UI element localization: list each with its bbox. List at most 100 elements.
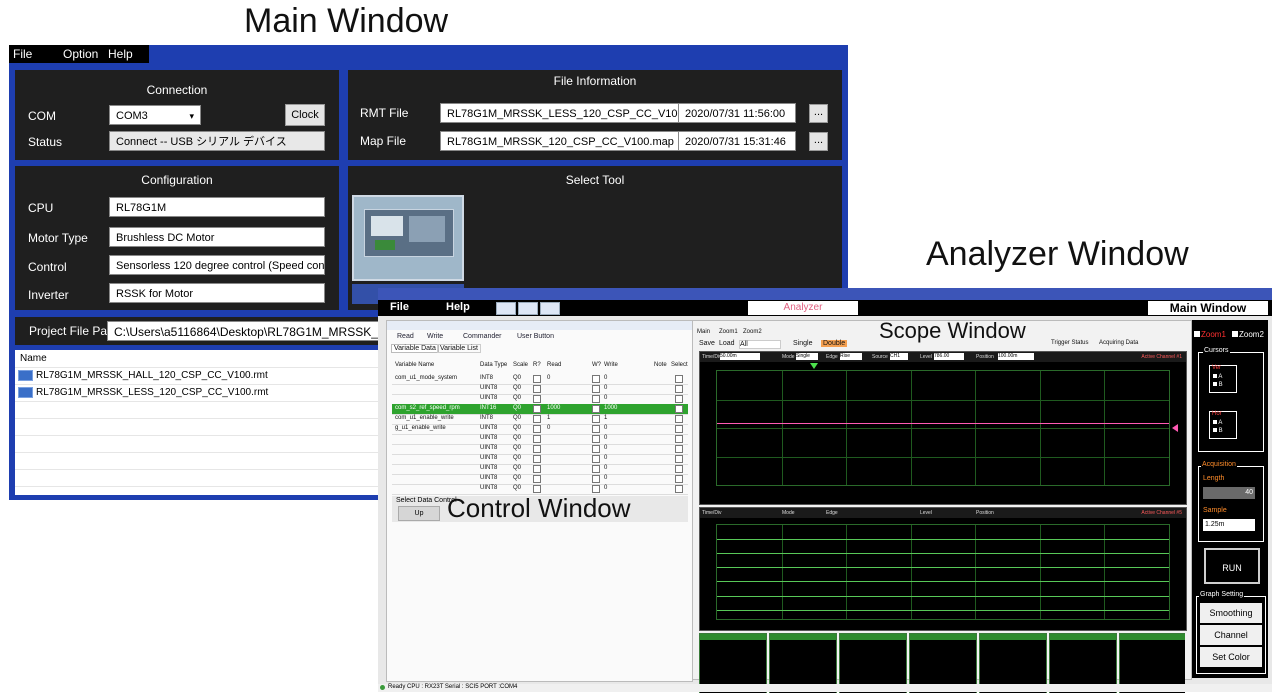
zoom1-checkbox[interactable]: Zoom1 (1194, 330, 1226, 339)
single-view-icon[interactable] (518, 302, 538, 315)
all-select[interactable]: All (739, 340, 781, 349)
split-view-icon[interactable] (540, 302, 560, 315)
read-checkbox[interactable] (533, 445, 541, 453)
save-button[interactable]: Save (699, 340, 715, 347)
set-color-button[interactable]: Set Color (1200, 647, 1262, 667)
select-checkbox[interactable] (675, 445, 683, 453)
write-checkbox[interactable] (592, 435, 600, 443)
write-cell[interactable]: 0 (604, 465, 607, 471)
select-checkbox[interactable] (675, 485, 683, 493)
read-checkbox[interactable] (533, 425, 541, 433)
write-checkbox[interactable] (592, 385, 600, 393)
write-checkbox[interactable] (592, 455, 600, 463)
tab-acquiring-data[interactable]: Acquiring Data (1099, 340, 1138, 346)
up-button[interactable]: Up (398, 506, 440, 521)
write-cell[interactable]: 0 (604, 485, 607, 491)
analyzer-tool-button[interactable] (352, 195, 464, 281)
scope-plot-2[interactable]: Time/Div Mode Edge Level Position Active… (699, 507, 1187, 631)
level-marker-icon[interactable] (1172, 424, 1178, 432)
ver-a-checkbox[interactable]: A (1213, 374, 1222, 380)
hor-a-checkbox[interactable]: A (1213, 420, 1222, 426)
zoom2-checkbox[interactable]: Zoom2 (1232, 330, 1264, 339)
write-cell[interactable]: 0 (604, 375, 607, 381)
clock-button[interactable]: Clock (285, 104, 325, 126)
load-button[interactable]: Load (719, 340, 735, 347)
read-checkbox[interactable] (533, 475, 541, 483)
read-checkbox[interactable] (533, 395, 541, 403)
rmt-file-field[interactable]: RL78G1M_MRSSK_LESS_120_CSP_CC_V100.rmt (440, 103, 679, 123)
write-cell[interactable]: 0 (604, 435, 607, 441)
tab-zoom2[interactable]: Zoom2 (743, 329, 762, 335)
select-checkbox[interactable] (675, 435, 683, 443)
mode-value[interactable]: Single (796, 353, 818, 360)
source-value[interactable]: CH1 (890, 353, 908, 360)
write-checkbox[interactable] (592, 445, 600, 453)
read-checkbox[interactable] (533, 465, 541, 473)
write-button[interactable]: Write (427, 333, 443, 340)
read-checkbox[interactable] (533, 485, 541, 493)
double-button[interactable]: Double (821, 340, 848, 347)
write-cell[interactable]: 1000 (604, 405, 617, 411)
select-checkbox[interactable] (675, 475, 683, 483)
write-checkbox[interactable] (592, 415, 600, 423)
write-checkbox[interactable] (592, 375, 600, 383)
read-checkbox[interactable] (533, 455, 541, 463)
scope-plot-1[interactable]: Time/Div 50.00m Mode Single Edge Rise So… (699, 351, 1187, 505)
write-cell[interactable]: 0 (604, 455, 607, 461)
map-file-field[interactable]: RL78G1M_MRSSK_120_CSP_CC_V100.map (440, 131, 679, 151)
menu-file[interactable]: File (13, 47, 32, 61)
sample-select[interactable]: 1.25m (1203, 519, 1255, 531)
channel-setting-button[interactable]: Channel Setting (1200, 625, 1262, 660)
select-checkbox[interactable] (675, 405, 683, 413)
tab-variable-list[interactable]: Variable List (437, 344, 482, 353)
com-select[interactable]: COM3 ▾ (109, 105, 201, 125)
edge-value[interactable]: Rise (840, 353, 862, 360)
select-checkbox[interactable] (675, 465, 683, 473)
analyzer-menu-file[interactable]: File (390, 301, 409, 313)
smoothing-button[interactable]: Smoothing (1200, 603, 1262, 623)
tab-zoom1[interactable]: Zoom1 (719, 329, 738, 335)
level-value[interactable]: 786.00 (934, 353, 964, 360)
map-browse-button[interactable]: ... (809, 132, 828, 151)
tab-variable-data[interactable]: Variable Data (391, 344, 439, 353)
main-window-button[interactable]: Main Window (1148, 301, 1268, 315)
ver-b-checkbox[interactable]: B (1213, 382, 1223, 388)
write-checkbox[interactable] (592, 425, 600, 433)
analyzer-center-tab[interactable]: Analyzer (748, 301, 858, 315)
read-button[interactable]: Read (397, 333, 414, 340)
single-button[interactable]: Single (793, 340, 812, 347)
select-checkbox[interactable] (675, 385, 683, 393)
write-cell[interactable]: 0 (604, 425, 607, 431)
hor-b-checkbox[interactable]: B (1213, 428, 1223, 434)
read-checkbox[interactable] (533, 375, 541, 383)
tab-trigger-status[interactable]: Trigger Status (1051, 340, 1088, 346)
menu-option[interactable]: Option (63, 47, 98, 61)
select-checkbox[interactable] (675, 425, 683, 433)
trigger-marker-icon[interactable] (810, 363, 818, 369)
commander-button[interactable]: Commander (463, 333, 502, 340)
write-cell[interactable]: 1 (604, 415, 607, 421)
time-div-value[interactable]: 50.00m (720, 353, 760, 360)
write-cell[interactable]: 0 (604, 475, 607, 481)
window-layout-icon[interactable] (496, 302, 516, 315)
read-checkbox[interactable] (533, 415, 541, 423)
write-checkbox[interactable] (592, 405, 600, 413)
write-checkbox[interactable] (592, 395, 600, 403)
user-button[interactable]: User Button (517, 333, 554, 340)
tab-main[interactable]: Main (697, 329, 710, 335)
write-cell[interactable]: 0 (604, 395, 607, 401)
write-cell[interactable]: 0 (604, 385, 607, 391)
read-checkbox[interactable] (533, 385, 541, 393)
run-button[interactable]: RUN (1204, 548, 1260, 584)
select-checkbox[interactable] (675, 375, 683, 383)
position-value[interactable]: 100.00m (998, 353, 1034, 360)
write-checkbox[interactable] (592, 465, 600, 473)
length-input[interactable]: 40 (1203, 487, 1255, 499)
read-checkbox[interactable] (533, 435, 541, 443)
rmt-browse-button[interactable]: ... (809, 104, 828, 123)
analyzer-menu-help[interactable]: Help (446, 301, 470, 313)
write-checkbox[interactable] (592, 485, 600, 493)
select-checkbox[interactable] (675, 415, 683, 423)
write-checkbox[interactable] (592, 475, 600, 483)
select-checkbox[interactable] (675, 455, 683, 463)
